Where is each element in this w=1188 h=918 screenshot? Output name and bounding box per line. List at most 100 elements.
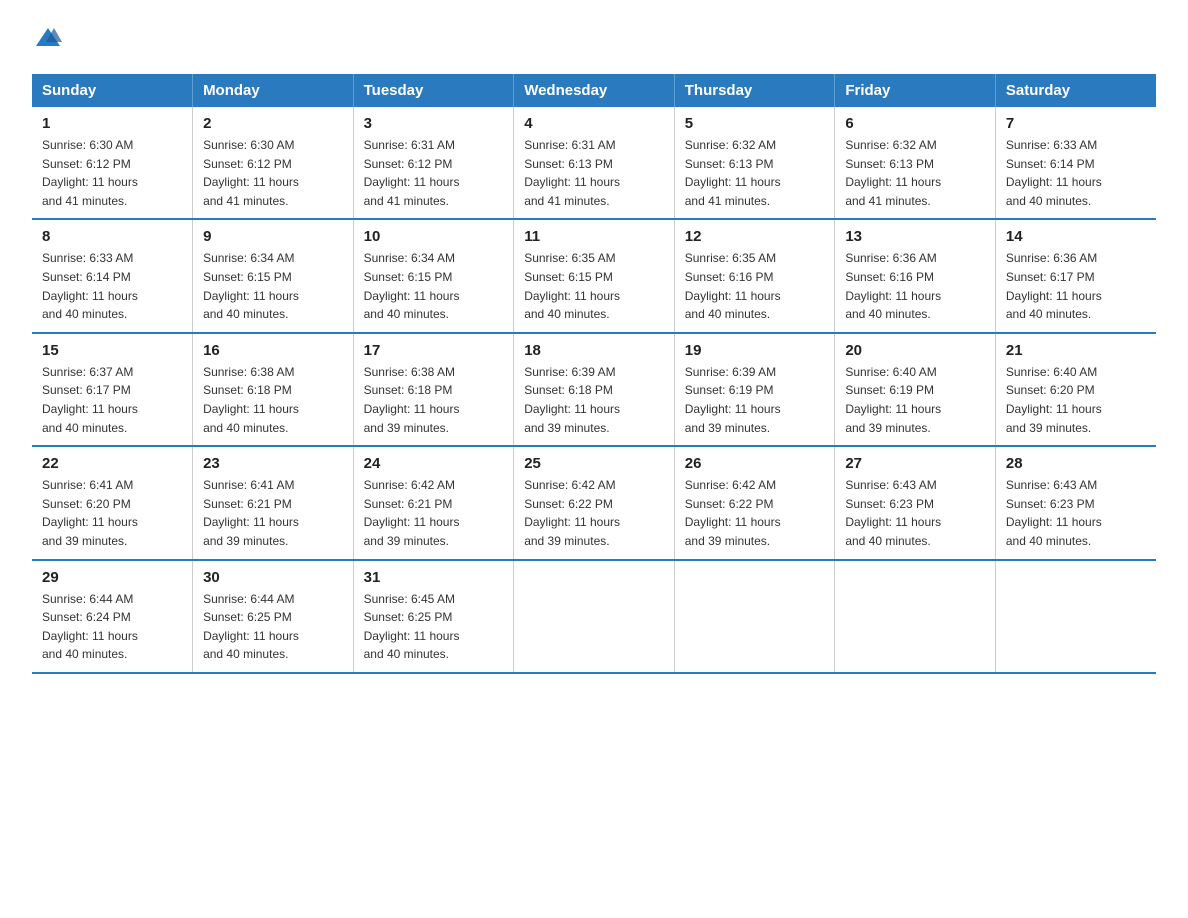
day-info: Sunrise: 6:31 AM Sunset: 6:12 PM Dayligh… xyxy=(364,136,504,210)
calendar-cell: 16 Sunrise: 6:38 AM Sunset: 6:18 PM Dayl… xyxy=(193,333,354,446)
day-info: Sunrise: 6:40 AM Sunset: 6:19 PM Dayligh… xyxy=(845,363,985,437)
calendar-cell: 4 Sunrise: 6:31 AM Sunset: 6:13 PM Dayli… xyxy=(514,107,675,219)
calendar-cell: 29 Sunrise: 6:44 AM Sunset: 6:24 PM Dayl… xyxy=(32,560,193,673)
calendar-week-row: 22 Sunrise: 6:41 AM Sunset: 6:20 PM Dayl… xyxy=(32,446,1156,559)
day-number: 13 xyxy=(845,228,985,245)
day-number: 15 xyxy=(42,342,182,359)
day-info: Sunrise: 6:34 AM Sunset: 6:15 PM Dayligh… xyxy=(203,249,343,323)
calendar-cell: 26 Sunrise: 6:42 AM Sunset: 6:22 PM Dayl… xyxy=(674,446,835,559)
day-number: 30 xyxy=(203,569,343,586)
day-info: Sunrise: 6:44 AM Sunset: 6:24 PM Dayligh… xyxy=(42,590,182,664)
day-info: Sunrise: 6:41 AM Sunset: 6:21 PM Dayligh… xyxy=(203,476,343,550)
day-number: 14 xyxy=(1006,228,1146,245)
calendar-cell: 9 Sunrise: 6:34 AM Sunset: 6:15 PM Dayli… xyxy=(193,219,354,332)
day-number: 16 xyxy=(203,342,343,359)
day-info: Sunrise: 6:45 AM Sunset: 6:25 PM Dayligh… xyxy=(364,590,504,664)
day-number: 8 xyxy=(42,228,182,245)
day-number: 26 xyxy=(685,455,825,472)
calendar-cell: 8 Sunrise: 6:33 AM Sunset: 6:14 PM Dayli… xyxy=(32,219,193,332)
day-info: Sunrise: 6:33 AM Sunset: 6:14 PM Dayligh… xyxy=(1006,136,1146,210)
day-info: Sunrise: 6:42 AM Sunset: 6:21 PM Dayligh… xyxy=(364,476,504,550)
day-info: Sunrise: 6:38 AM Sunset: 6:18 PM Dayligh… xyxy=(364,363,504,437)
day-number: 18 xyxy=(524,342,664,359)
calendar-cell: 10 Sunrise: 6:34 AM Sunset: 6:15 PM Dayl… xyxy=(353,219,514,332)
calendar-cell: 13 Sunrise: 6:36 AM Sunset: 6:16 PM Dayl… xyxy=(835,219,996,332)
calendar-cell: 23 Sunrise: 6:41 AM Sunset: 6:21 PM Dayl… xyxy=(193,446,354,559)
day-info: Sunrise: 6:43 AM Sunset: 6:23 PM Dayligh… xyxy=(845,476,985,550)
day-info: Sunrise: 6:31 AM Sunset: 6:13 PM Dayligh… xyxy=(524,136,664,210)
calendar-cell: 1 Sunrise: 6:30 AM Sunset: 6:12 PM Dayli… xyxy=(32,107,193,219)
col-header-friday: Friday xyxy=(835,74,996,107)
calendar-cell: 11 Sunrise: 6:35 AM Sunset: 6:15 PM Dayl… xyxy=(514,219,675,332)
calendar-cell: 3 Sunrise: 6:31 AM Sunset: 6:12 PM Dayli… xyxy=(353,107,514,219)
day-number: 23 xyxy=(203,455,343,472)
col-header-saturday: Saturday xyxy=(995,74,1156,107)
day-info: Sunrise: 6:36 AM Sunset: 6:17 PM Dayligh… xyxy=(1006,249,1146,323)
day-info: Sunrise: 6:42 AM Sunset: 6:22 PM Dayligh… xyxy=(524,476,664,550)
day-info: Sunrise: 6:43 AM Sunset: 6:23 PM Dayligh… xyxy=(1006,476,1146,550)
col-header-thursday: Thursday xyxy=(674,74,835,107)
logo xyxy=(32,24,62,58)
day-number: 25 xyxy=(524,455,664,472)
col-header-tuesday: Tuesday xyxy=(353,74,514,107)
day-info: Sunrise: 6:40 AM Sunset: 6:20 PM Dayligh… xyxy=(1006,363,1146,437)
calendar-cell: 27 Sunrise: 6:43 AM Sunset: 6:23 PM Dayl… xyxy=(835,446,996,559)
calendar-cell: 21 Sunrise: 6:40 AM Sunset: 6:20 PM Dayl… xyxy=(995,333,1156,446)
calendar-cell: 5 Sunrise: 6:32 AM Sunset: 6:13 PM Dayli… xyxy=(674,107,835,219)
day-info: Sunrise: 6:35 AM Sunset: 6:16 PM Dayligh… xyxy=(685,249,825,323)
day-info: Sunrise: 6:39 AM Sunset: 6:18 PM Dayligh… xyxy=(524,363,664,437)
day-number: 6 xyxy=(845,115,985,132)
day-number: 2 xyxy=(203,115,343,132)
calendar-cell: 15 Sunrise: 6:37 AM Sunset: 6:17 PM Dayl… xyxy=(32,333,193,446)
page-header xyxy=(32,24,1156,58)
day-info: Sunrise: 6:38 AM Sunset: 6:18 PM Dayligh… xyxy=(203,363,343,437)
day-info: Sunrise: 6:32 AM Sunset: 6:13 PM Dayligh… xyxy=(685,136,825,210)
day-number: 1 xyxy=(42,115,182,132)
day-number: 5 xyxy=(685,115,825,132)
day-number: 28 xyxy=(1006,455,1146,472)
day-number: 4 xyxy=(524,115,664,132)
day-number: 22 xyxy=(42,455,182,472)
day-number: 29 xyxy=(42,569,182,586)
calendar-week-row: 15 Sunrise: 6:37 AM Sunset: 6:17 PM Dayl… xyxy=(32,333,1156,446)
day-info: Sunrise: 6:42 AM Sunset: 6:22 PM Dayligh… xyxy=(685,476,825,550)
calendar-cell xyxy=(514,560,675,673)
calendar-cell: 20 Sunrise: 6:40 AM Sunset: 6:19 PM Dayl… xyxy=(835,333,996,446)
logo-icon xyxy=(34,24,62,52)
col-header-sunday: Sunday xyxy=(32,74,193,107)
col-header-wednesday: Wednesday xyxy=(514,74,675,107)
day-number: 10 xyxy=(364,228,504,245)
col-header-monday: Monday xyxy=(193,74,354,107)
calendar-cell xyxy=(835,560,996,673)
calendar-cell: 18 Sunrise: 6:39 AM Sunset: 6:18 PM Dayl… xyxy=(514,333,675,446)
calendar-cell xyxy=(674,560,835,673)
calendar-cell: 19 Sunrise: 6:39 AM Sunset: 6:19 PM Dayl… xyxy=(674,333,835,446)
day-number: 12 xyxy=(685,228,825,245)
day-number: 7 xyxy=(1006,115,1146,132)
day-info: Sunrise: 6:37 AM Sunset: 6:17 PM Dayligh… xyxy=(42,363,182,437)
day-number: 31 xyxy=(364,569,504,586)
calendar-cell: 25 Sunrise: 6:42 AM Sunset: 6:22 PM Dayl… xyxy=(514,446,675,559)
day-info: Sunrise: 6:30 AM Sunset: 6:12 PM Dayligh… xyxy=(42,136,182,210)
day-number: 20 xyxy=(845,342,985,359)
day-info: Sunrise: 6:44 AM Sunset: 6:25 PM Dayligh… xyxy=(203,590,343,664)
day-number: 9 xyxy=(203,228,343,245)
day-number: 19 xyxy=(685,342,825,359)
day-number: 11 xyxy=(524,228,664,245)
calendar-cell xyxy=(995,560,1156,673)
calendar-cell: 2 Sunrise: 6:30 AM Sunset: 6:12 PM Dayli… xyxy=(193,107,354,219)
calendar-cell: 17 Sunrise: 6:38 AM Sunset: 6:18 PM Dayl… xyxy=(353,333,514,446)
day-info: Sunrise: 6:39 AM Sunset: 6:19 PM Dayligh… xyxy=(685,363,825,437)
calendar-cell: 24 Sunrise: 6:42 AM Sunset: 6:21 PM Dayl… xyxy=(353,446,514,559)
calendar-cell: 7 Sunrise: 6:33 AM Sunset: 6:14 PM Dayli… xyxy=(995,107,1156,219)
day-number: 21 xyxy=(1006,342,1146,359)
calendar-week-row: 1 Sunrise: 6:30 AM Sunset: 6:12 PM Dayli… xyxy=(32,107,1156,219)
day-info: Sunrise: 6:34 AM Sunset: 6:15 PM Dayligh… xyxy=(364,249,504,323)
day-info: Sunrise: 6:41 AM Sunset: 6:20 PM Dayligh… xyxy=(42,476,182,550)
day-info: Sunrise: 6:36 AM Sunset: 6:16 PM Dayligh… xyxy=(845,249,985,323)
calendar-cell: 14 Sunrise: 6:36 AM Sunset: 6:17 PM Dayl… xyxy=(995,219,1156,332)
calendar-cell: 6 Sunrise: 6:32 AM Sunset: 6:13 PM Dayli… xyxy=(835,107,996,219)
day-info: Sunrise: 6:33 AM Sunset: 6:14 PM Dayligh… xyxy=(42,249,182,323)
calendar-cell: 30 Sunrise: 6:44 AM Sunset: 6:25 PM Dayl… xyxy=(193,560,354,673)
day-number: 3 xyxy=(364,115,504,132)
